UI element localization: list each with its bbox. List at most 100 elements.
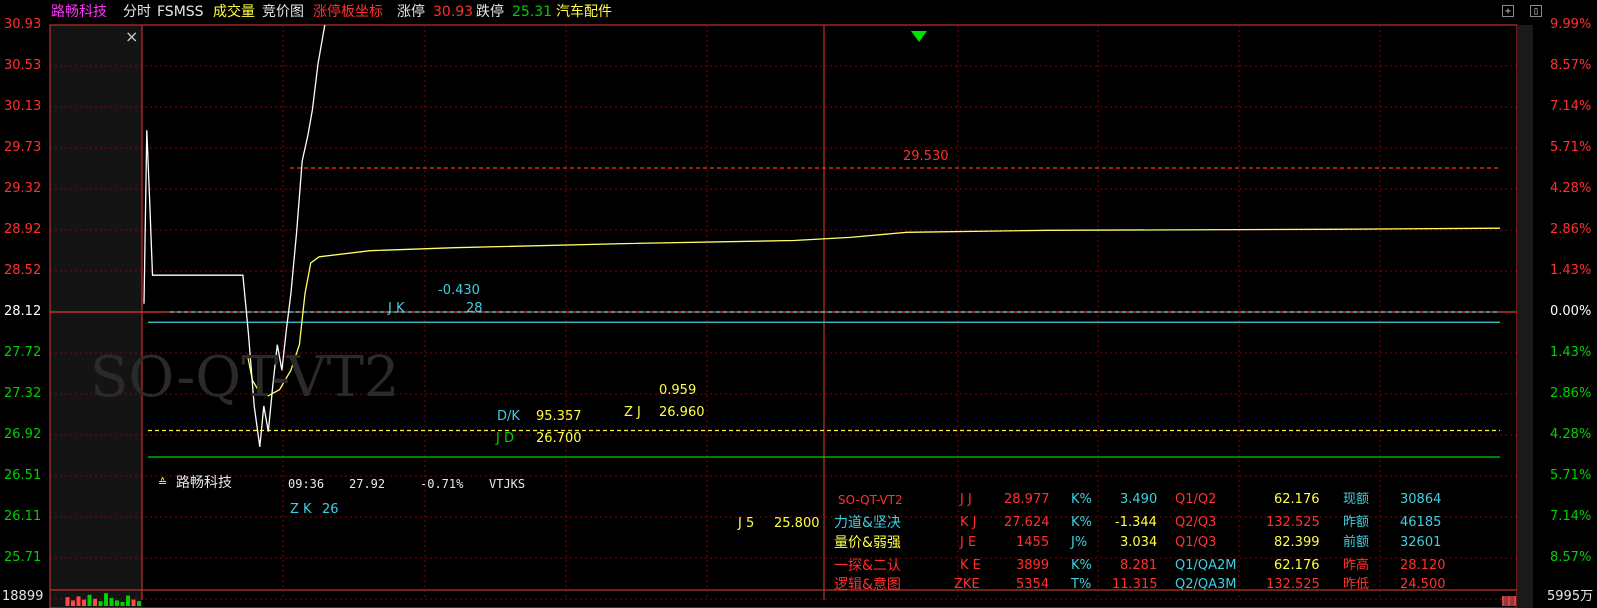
stock-info-time: 09:36: [288, 477, 325, 491]
stock-info-change: -0.71%: [420, 477, 464, 491]
left-tick: 27.32: [4, 386, 42, 401]
table-cell: 3.490: [1120, 492, 1158, 507]
left-tick: 29.73: [4, 140, 42, 155]
left-tick: 30.53: [4, 58, 42, 73]
zj-label: Z J: [624, 405, 641, 420]
table-cell: SO-QT-VT2: [838, 493, 903, 507]
table-cell: 逻辑&意图: [834, 577, 901, 593]
right-tick: 5.71%: [1550, 468, 1592, 483]
left-tick: 28.12: [4, 304, 42, 319]
right-tick: 7.14%: [1550, 509, 1592, 524]
table-cell: 132.525: [1266, 515, 1320, 530]
volume-right-label: 5995万: [1547, 589, 1594, 604]
volume-tab[interactable]: 成交量: [213, 1, 255, 23]
right-tick: 8.57%: [1550, 550, 1592, 565]
right-tick: 1.43%: [1550, 345, 1592, 360]
limit-down-value: 25.31: [512, 4, 553, 20]
jk-label: J K: [388, 301, 405, 316]
zk-label: Z K: [290, 502, 312, 517]
table-cell: 62.176: [1274, 558, 1320, 573]
volume-bar: [1506, 596, 1508, 606]
limit-coord-tab[interactable]: 涨停板坐标: [313, 1, 383, 23]
right-tick: 5.71%: [1550, 140, 1592, 155]
table-cell: 11.315: [1112, 577, 1158, 592]
table-cell: T%: [1071, 577, 1092, 592]
table-cell: K%: [1071, 558, 1092, 573]
table-cell: -1.344: [1115, 515, 1157, 530]
jd-value: 26.700: [536, 431, 582, 446]
expand-icon[interactable]: +: [1502, 5, 1514, 17]
table-cell: 8.281: [1120, 558, 1158, 573]
restore-icon[interactable]: ▯: [1530, 5, 1542, 17]
dk-label: D/K: [497, 409, 520, 424]
right-tick: 4.28%: [1550, 427, 1592, 442]
left-tick: 26.92: [4, 427, 42, 442]
table-cell: 现额: [1343, 492, 1370, 507]
volume-bar: [1514, 596, 1515, 606]
zk-value: 26: [322, 502, 339, 517]
left-tick: 29.32: [4, 181, 42, 196]
table-cell: 46185: [1400, 515, 1442, 530]
table-cell: 5354: [1016, 577, 1050, 592]
volume-bar: [120, 602, 125, 606]
auction-tab[interactable]: 竞价图: [262, 1, 304, 23]
right-tick: 8.57%: [1550, 58, 1592, 73]
mode-tab[interactable]: 分时: [123, 1, 151, 23]
volume-bar: [131, 599, 136, 606]
table-cell: ZKE: [954, 577, 980, 592]
volume-bar: [93, 598, 97, 606]
right-tick: 9.99%: [1550, 17, 1592, 32]
right-tick: 0.00%: [1550, 304, 1592, 319]
volume-bar: [1509, 596, 1510, 606]
sector-label[interactable]: 汽车配件: [556, 1, 612, 23]
table-cell: Q2/Q3: [1175, 515, 1217, 530]
volume-bar: [1515, 596, 1516, 606]
j5-label: J 5: [738, 516, 755, 531]
limit-down-label: 跌停: [476, 4, 504, 20]
left-tick: 28.52: [4, 263, 42, 278]
stock-info-code: VTJKS: [489, 477, 526, 491]
volume-bar: [1503, 596, 1504, 606]
j5-value: 25.800: [774, 516, 820, 531]
table-cell: J%: [1071, 535, 1088, 550]
table-cell: 前额: [1343, 535, 1370, 550]
volume-bar: [126, 595, 130, 606]
table-cell: K J: [960, 515, 977, 530]
table-cell: 132.525: [1266, 577, 1320, 592]
table-cell: 昨额: [1343, 515, 1370, 530]
stock-info-name: 路畅科技: [176, 475, 232, 491]
volume-bar: [115, 600, 119, 606]
table-cell: 昨高: [1343, 558, 1370, 573]
dk-value: 95.357: [536, 409, 582, 424]
table-cell: Q1/QA2M: [1175, 558, 1237, 573]
left-tick: 27.72: [4, 345, 42, 360]
table-cell: J E: [960, 535, 977, 550]
right-tick: 1.43%: [1550, 263, 1592, 278]
volume-bar: [1511, 596, 1513, 606]
indicator-name[interactable]: FSMSS: [157, 1, 204, 23]
table-cell: 82.399: [1274, 535, 1320, 550]
right-tick: 4.28%: [1550, 181, 1592, 196]
right-gutter: [1517, 25, 1533, 608]
stock-info-price: 27.92: [349, 477, 386, 491]
volume-bar: [82, 599, 86, 606]
table-cell: K%: [1071, 492, 1092, 507]
table-cell: K E: [960, 558, 981, 573]
volume-bar: [1502, 596, 1503, 606]
intraday-chart-window: SO-QT-VT2 路畅科技 分时 FSMSS 成交量 竞价图 涨停板坐标 涨停…: [0, 0, 1597, 608]
close-icon[interactable]: ×: [125, 29, 138, 45]
table-cell: 32601: [1400, 535, 1442, 550]
table-cell: 昨低: [1343, 577, 1370, 592]
left-tick: 28.92: [4, 222, 42, 237]
left-tick: 26.11: [4, 509, 42, 524]
table-cell: 27.624: [1004, 515, 1050, 530]
double-chevron-up-icon: ≙: [158, 476, 168, 489]
volume-bar: [1504, 596, 1506, 606]
zj-value: 26.960: [659, 405, 705, 420]
table-cell: 24.500: [1400, 577, 1446, 592]
auction-zone: [50, 25, 142, 608]
table-cell: 力道&坚决: [834, 515, 901, 531]
volume-bar: [1510, 596, 1512, 606]
volume-bar: [1512, 596, 1514, 606]
table-cell: 量价&弱强: [834, 535, 901, 551]
